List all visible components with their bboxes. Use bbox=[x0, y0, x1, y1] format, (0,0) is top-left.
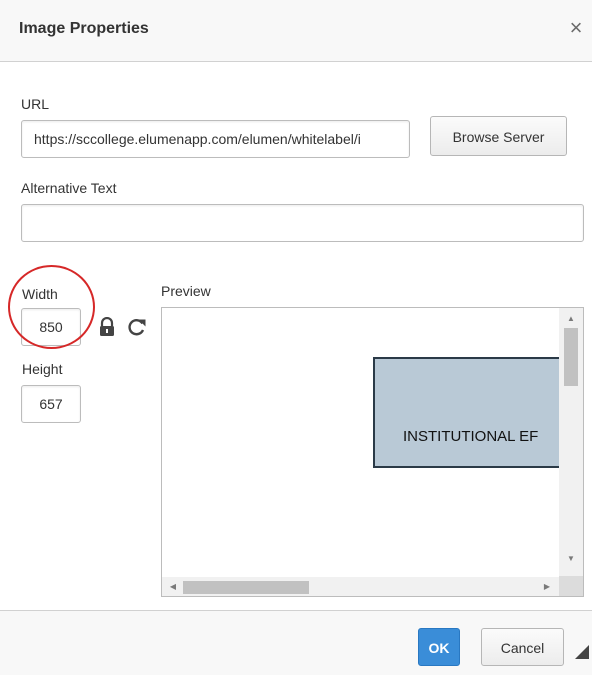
dialog-title: Image Properties bbox=[19, 20, 149, 37]
scroll-down-icon[interactable]: ▼ bbox=[564, 554, 578, 563]
horizontal-scrollbar[interactable]: ◀ ▶ bbox=[162, 577, 560, 596]
preview-image: INSTITUTIONAL EF bbox=[373, 357, 583, 468]
lock-icon[interactable] bbox=[98, 316, 116, 337]
preview-label: Preview bbox=[161, 283, 211, 299]
vertical-scrollbar[interactable]: ▲ ▼ bbox=[559, 308, 583, 578]
image-preview: INSTITUTIONAL EF ▲ ▼ ◀ ▶ bbox=[161, 307, 584, 597]
ok-button[interactable]: OK bbox=[418, 628, 460, 666]
url-label: URL bbox=[21, 96, 50, 112]
alt-text-input[interactable] bbox=[21, 204, 584, 242]
width-label: Width bbox=[22, 286, 58, 302]
width-input[interactable] bbox=[21, 308, 81, 346]
scrollbar-corner bbox=[559, 576, 583, 596]
alt-text-label: Alternative Text bbox=[21, 180, 117, 196]
vertical-scroll-thumb[interactable] bbox=[564, 328, 578, 386]
scroll-up-icon[interactable]: ▲ bbox=[564, 314, 578, 323]
resize-handle-icon[interactable] bbox=[575, 645, 589, 659]
horizontal-scroll-thumb[interactable] bbox=[183, 581, 309, 594]
browse-server-button[interactable]: Browse Server bbox=[430, 116, 567, 156]
preview-image-text: INSTITUTIONAL EF bbox=[403, 428, 539, 445]
scroll-left-icon[interactable]: ◀ bbox=[166, 582, 180, 591]
height-input[interactable] bbox=[21, 385, 81, 423]
reset-size-icon[interactable] bbox=[126, 316, 148, 338]
dialog-titlebar: Image Properties × bbox=[0, 0, 592, 62]
height-label: Height bbox=[22, 361, 63, 377]
cancel-button[interactable]: Cancel bbox=[481, 628, 564, 666]
image-properties-dialog: Image Properties × URL Browse Server Alt… bbox=[0, 0, 592, 675]
url-input[interactable] bbox=[21, 120, 410, 158]
close-icon[interactable]: × bbox=[564, 14, 588, 42]
scroll-right-icon[interactable]: ▶ bbox=[540, 582, 554, 591]
